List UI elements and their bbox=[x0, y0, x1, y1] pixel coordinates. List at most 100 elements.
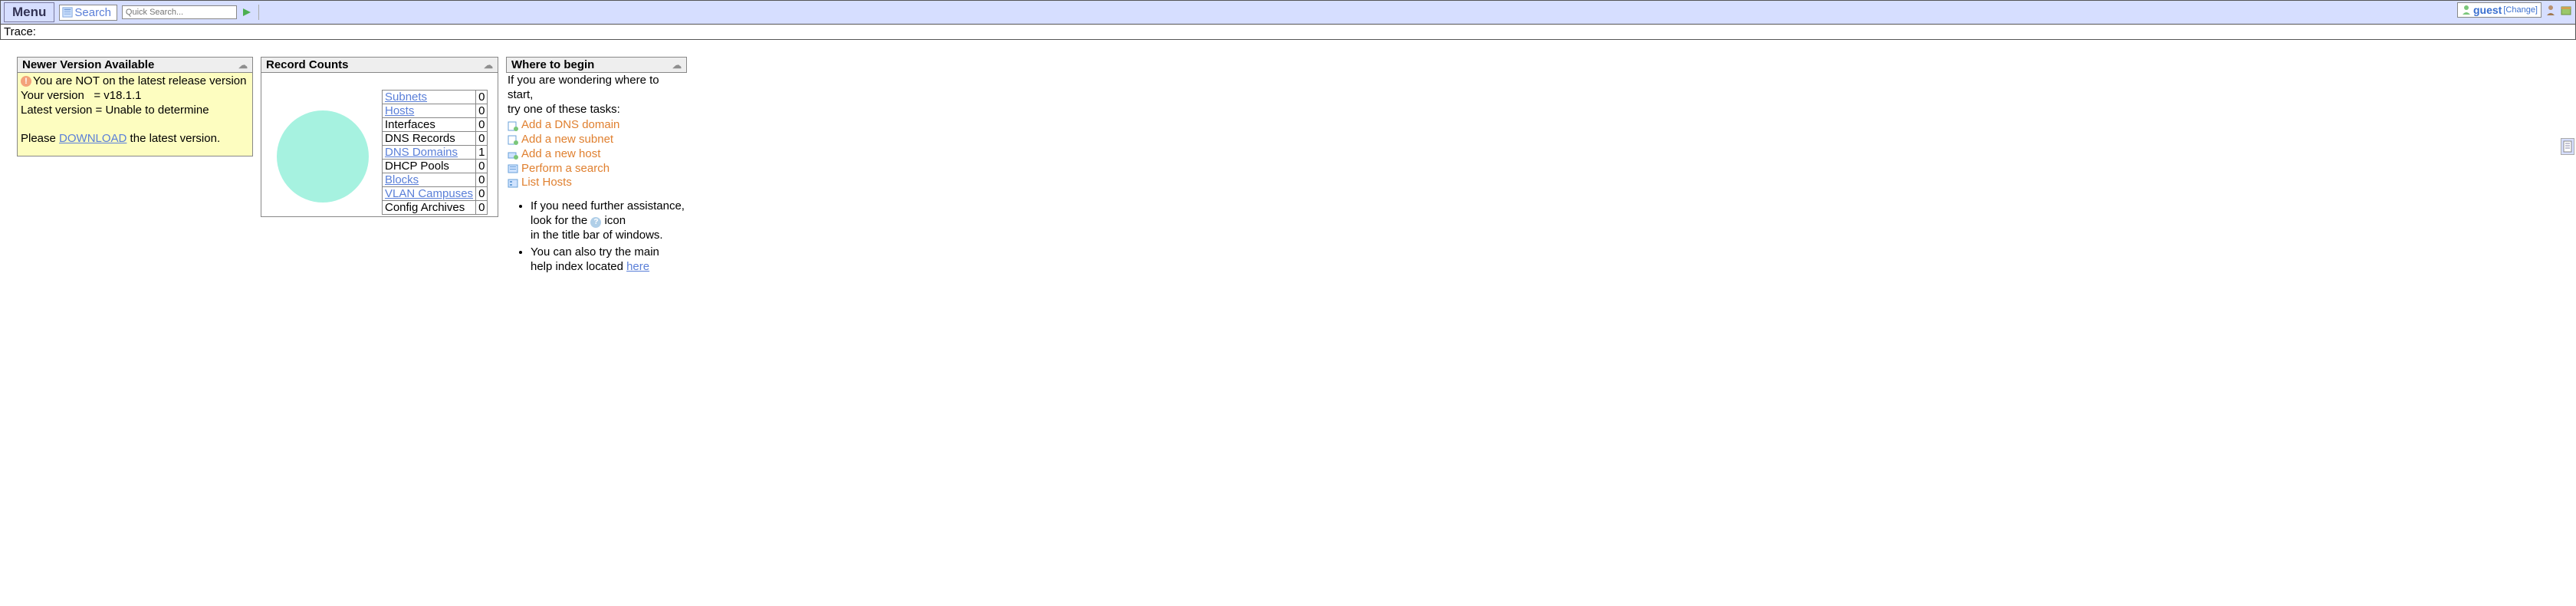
count-label-cell: Interfaces bbox=[383, 118, 476, 132]
help-here-link[interactable]: here bbox=[626, 260, 649, 273]
panel-body: !You are NOT on the latest release versi… bbox=[18, 73, 252, 156]
counts-body: Subnets0Hosts0Interfaces0DNS Records0DNS… bbox=[261, 73, 498, 216]
bullet-text: If you need further assistance, bbox=[531, 199, 685, 212]
table-row: DHCP Pools0 bbox=[383, 160, 488, 173]
menu-button[interactable]: Menu bbox=[4, 2, 54, 22]
warning-icon: ! bbox=[21, 76, 31, 87]
task-icon bbox=[508, 149, 518, 160]
trace-bar: Trace: bbox=[0, 25, 2576, 40]
task-icon bbox=[508, 178, 518, 189]
task-item: Add a DNS domain bbox=[508, 118, 685, 133]
top-bar: Menu Search guest [Change] bbox=[0, 0, 2576, 25]
your-version-label: Your version bbox=[21, 89, 84, 102]
panel-title: Record Counts bbox=[266, 58, 349, 71]
trace-label: Trace: bbox=[4, 25, 36, 38]
task-link[interactable]: List Hosts bbox=[521, 176, 572, 190]
task-link[interactable]: Add a new subnet bbox=[521, 133, 613, 147]
cloud-icon[interactable]: ☁ bbox=[672, 60, 682, 71]
bullet-text: icon bbox=[601, 214, 626, 227]
task-link[interactable]: Perform a search bbox=[521, 162, 610, 176]
pie-chart-area bbox=[263, 74, 382, 215]
cloud-icon[interactable]: ☁ bbox=[484, 60, 493, 71]
table-row: DNS Records0 bbox=[383, 132, 488, 146]
task-item: Add a new host bbox=[508, 147, 685, 162]
panel-newer-version: Newer Version Available ☁ !You are NOT o… bbox=[17, 57, 253, 156]
pie-chart bbox=[277, 110, 369, 203]
count-value-cell: 0 bbox=[476, 104, 488, 118]
table-row: DNS Domains 1 bbox=[383, 146, 488, 160]
table-row: Interfaces0 bbox=[383, 118, 488, 132]
search-box[interactable]: Search bbox=[59, 5, 117, 21]
panel-title: Where to begin bbox=[511, 58, 594, 71]
search-page-icon bbox=[62, 7, 73, 18]
panel-header: Record Counts ☁ bbox=[261, 58, 498, 73]
panel-title: Newer Version Available bbox=[22, 58, 154, 71]
bullet-text: help index located bbox=[531, 260, 626, 273]
go-arrow-icon[interactable] bbox=[242, 7, 252, 18]
help-bullets: If you need further assistance, look for… bbox=[531, 199, 685, 275]
counts-table: Subnets0Hosts0Interfaces0DNS Records0DNS… bbox=[382, 90, 488, 215]
count-value-cell: 0 bbox=[476, 91, 488, 104]
task-icon bbox=[508, 163, 518, 174]
user-area: guest [Change] bbox=[2457, 2, 2572, 18]
quick-search-input[interactable] bbox=[122, 5, 237, 19]
count-label-cell[interactable]: VLAN Campuses bbox=[383, 187, 476, 201]
cloud-icon[interactable]: ☁ bbox=[238, 60, 248, 71]
user-box[interactable]: guest [Change] bbox=[2457, 2, 2542, 18]
bullet-item: If you need further assistance, look for… bbox=[531, 199, 685, 242]
task-link[interactable]: Add a DNS domain bbox=[521, 118, 619, 133]
count-label-cell[interactable]: Subnets bbox=[383, 91, 476, 104]
count-link[interactable]: Subnets bbox=[385, 91, 427, 104]
table-row: Hosts 0 bbox=[383, 104, 488, 118]
count-link[interactable]: DNS Domains bbox=[385, 146, 458, 159]
bullet-text: look for the bbox=[531, 214, 590, 227]
count-value-cell: 0 bbox=[476, 173, 488, 187]
bullet-text: in the title bar of windows. bbox=[531, 229, 663, 242]
box-icon[interactable] bbox=[2560, 4, 2572, 16]
user-name: guest bbox=[2473, 4, 2502, 16]
begin-body: If you are wondering where to start, try… bbox=[506, 73, 687, 278]
count-value-cell: 0 bbox=[476, 132, 488, 146]
latest-version-line: Latest version = Unable to determine bbox=[21, 104, 249, 118]
task-link[interactable]: Add a new host bbox=[521, 147, 600, 162]
download-link[interactable]: DOWNLOAD bbox=[59, 132, 127, 145]
intro-line-2: try one of these tasks: bbox=[508, 103, 685, 117]
task-icon bbox=[508, 120, 518, 131]
task-list: Add a DNS domainAdd a new subnetAdd a ne… bbox=[508, 118, 685, 190]
panel-header: Where to begin ☁ bbox=[506, 58, 687, 73]
your-version-value: = v18.1.1 bbox=[94, 89, 141, 102]
separator bbox=[258, 5, 259, 20]
person-icon[interactable] bbox=[2545, 4, 2557, 16]
bullet-item: You can also try the main help index loc… bbox=[531, 245, 685, 275]
change-user-link[interactable]: [Change] bbox=[2503, 5, 2538, 15]
count-label-cell[interactable]: Hosts bbox=[383, 104, 476, 118]
table-row: Config Archives0 bbox=[383, 201, 488, 215]
user-icon bbox=[2461, 5, 2472, 15]
count-value-cell: 0 bbox=[476, 118, 488, 132]
warn-line: You are NOT on the latest release versio… bbox=[33, 74, 247, 87]
count-value-cell: 0 bbox=[476, 187, 488, 201]
count-label-cell: DHCP Pools bbox=[383, 160, 476, 173]
count-label-cell[interactable]: Blocks bbox=[383, 173, 476, 187]
side-notes-icon[interactable] bbox=[2561, 138, 2574, 155]
content-area: Newer Version Available ☁ !You are NOT o… bbox=[0, 40, 2576, 278]
task-item: Add a new subnet bbox=[508, 133, 685, 147]
table-row: VLAN Campuses0 bbox=[383, 187, 488, 201]
table-row: Subnets 0 bbox=[383, 91, 488, 104]
task-item: List Hosts bbox=[508, 176, 685, 190]
table-row: Blocks 0 bbox=[383, 173, 488, 187]
count-value-cell: 0 bbox=[476, 201, 488, 215]
count-value-cell: 0 bbox=[476, 160, 488, 173]
task-item: Perform a search bbox=[508, 162, 685, 176]
count-label-cell[interactable]: DNS Domains bbox=[383, 146, 476, 160]
count-link[interactable]: VLAN Campuses bbox=[385, 187, 473, 200]
task-icon bbox=[508, 134, 518, 145]
help-icon: ? bbox=[590, 217, 601, 228]
count-label-cell: DNS Records bbox=[383, 132, 476, 146]
panel-record-counts: Record Counts ☁ Subnets0Hosts0Interfaces… bbox=[261, 57, 498, 217]
count-value-cell: 1 bbox=[476, 146, 488, 160]
count-link[interactable]: Blocks bbox=[385, 173, 419, 186]
count-link[interactable]: Hosts bbox=[385, 104, 414, 117]
latest-text: the latest version. bbox=[127, 132, 220, 145]
search-label[interactable]: Search bbox=[74, 6, 111, 19]
